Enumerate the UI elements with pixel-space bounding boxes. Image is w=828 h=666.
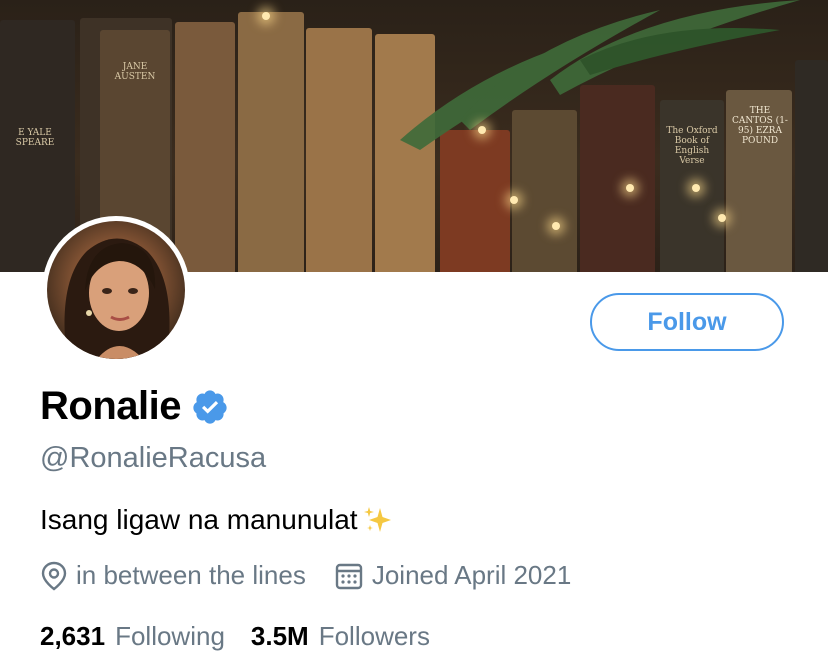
followers-link[interactable]: 3.5M Followers — [251, 621, 430, 652]
followers-count: 3.5M — [250, 621, 309, 651]
fairy-light — [626, 184, 634, 192]
avatar-portrait — [64, 238, 170, 359]
profile-name-row: Ronalie — [40, 384, 229, 429]
profile-stats: 2,631 Following 3.5M Followers — [40, 621, 430, 652]
location-pin-icon — [41, 561, 67, 590]
location-text: in between the lines — [76, 560, 306, 590]
banner-book-title: JANE AUSTEN — [114, 62, 156, 82]
join-date-text: Joined April 2021 — [371, 560, 572, 590]
profile-meta: in between the lines Joined April 2021 — [40, 560, 571, 591]
following-label: Following — [115, 621, 225, 651]
location: in between the lines — [40, 560, 306, 591]
bio: Isang ligaw na manunulat — [40, 504, 394, 536]
fairy-light — [552, 222, 560, 230]
following-count: 2,631 — [40, 621, 106, 651]
followers-label: Followers — [318, 621, 430, 651]
avatar-frame[interactable] — [42, 216, 190, 364]
following-link[interactable]: 2,631 Following — [40, 621, 225, 652]
sparkles-icon — [363, 507, 391, 532]
fairy-light — [718, 214, 726, 222]
banner-book — [306, 28, 372, 272]
fern-decoration — [400, 0, 800, 150]
calendar-icon — [335, 563, 363, 589]
fairy-light — [510, 196, 518, 204]
banner-book-title: E YALE SPEARE — [15, 128, 55, 148]
verified-badge-icon — [193, 389, 227, 424]
fairy-light — [478, 126, 486, 134]
bio-text: Isang ligaw na manunulat — [40, 504, 358, 535]
fairy-light — [262, 12, 270, 20]
fairy-light — [692, 184, 700, 192]
banner-book — [238, 12, 304, 272]
follow-button[interactable]: Follow — [590, 293, 784, 351]
user-handle: @RonalieRacusa — [40, 442, 267, 474]
display-name: Ronalie — [40, 384, 181, 428]
avatar[interactable] — [47, 221, 185, 359]
join-date: Joined April 2021 — [334, 560, 571, 591]
banner-book — [175, 22, 235, 272]
